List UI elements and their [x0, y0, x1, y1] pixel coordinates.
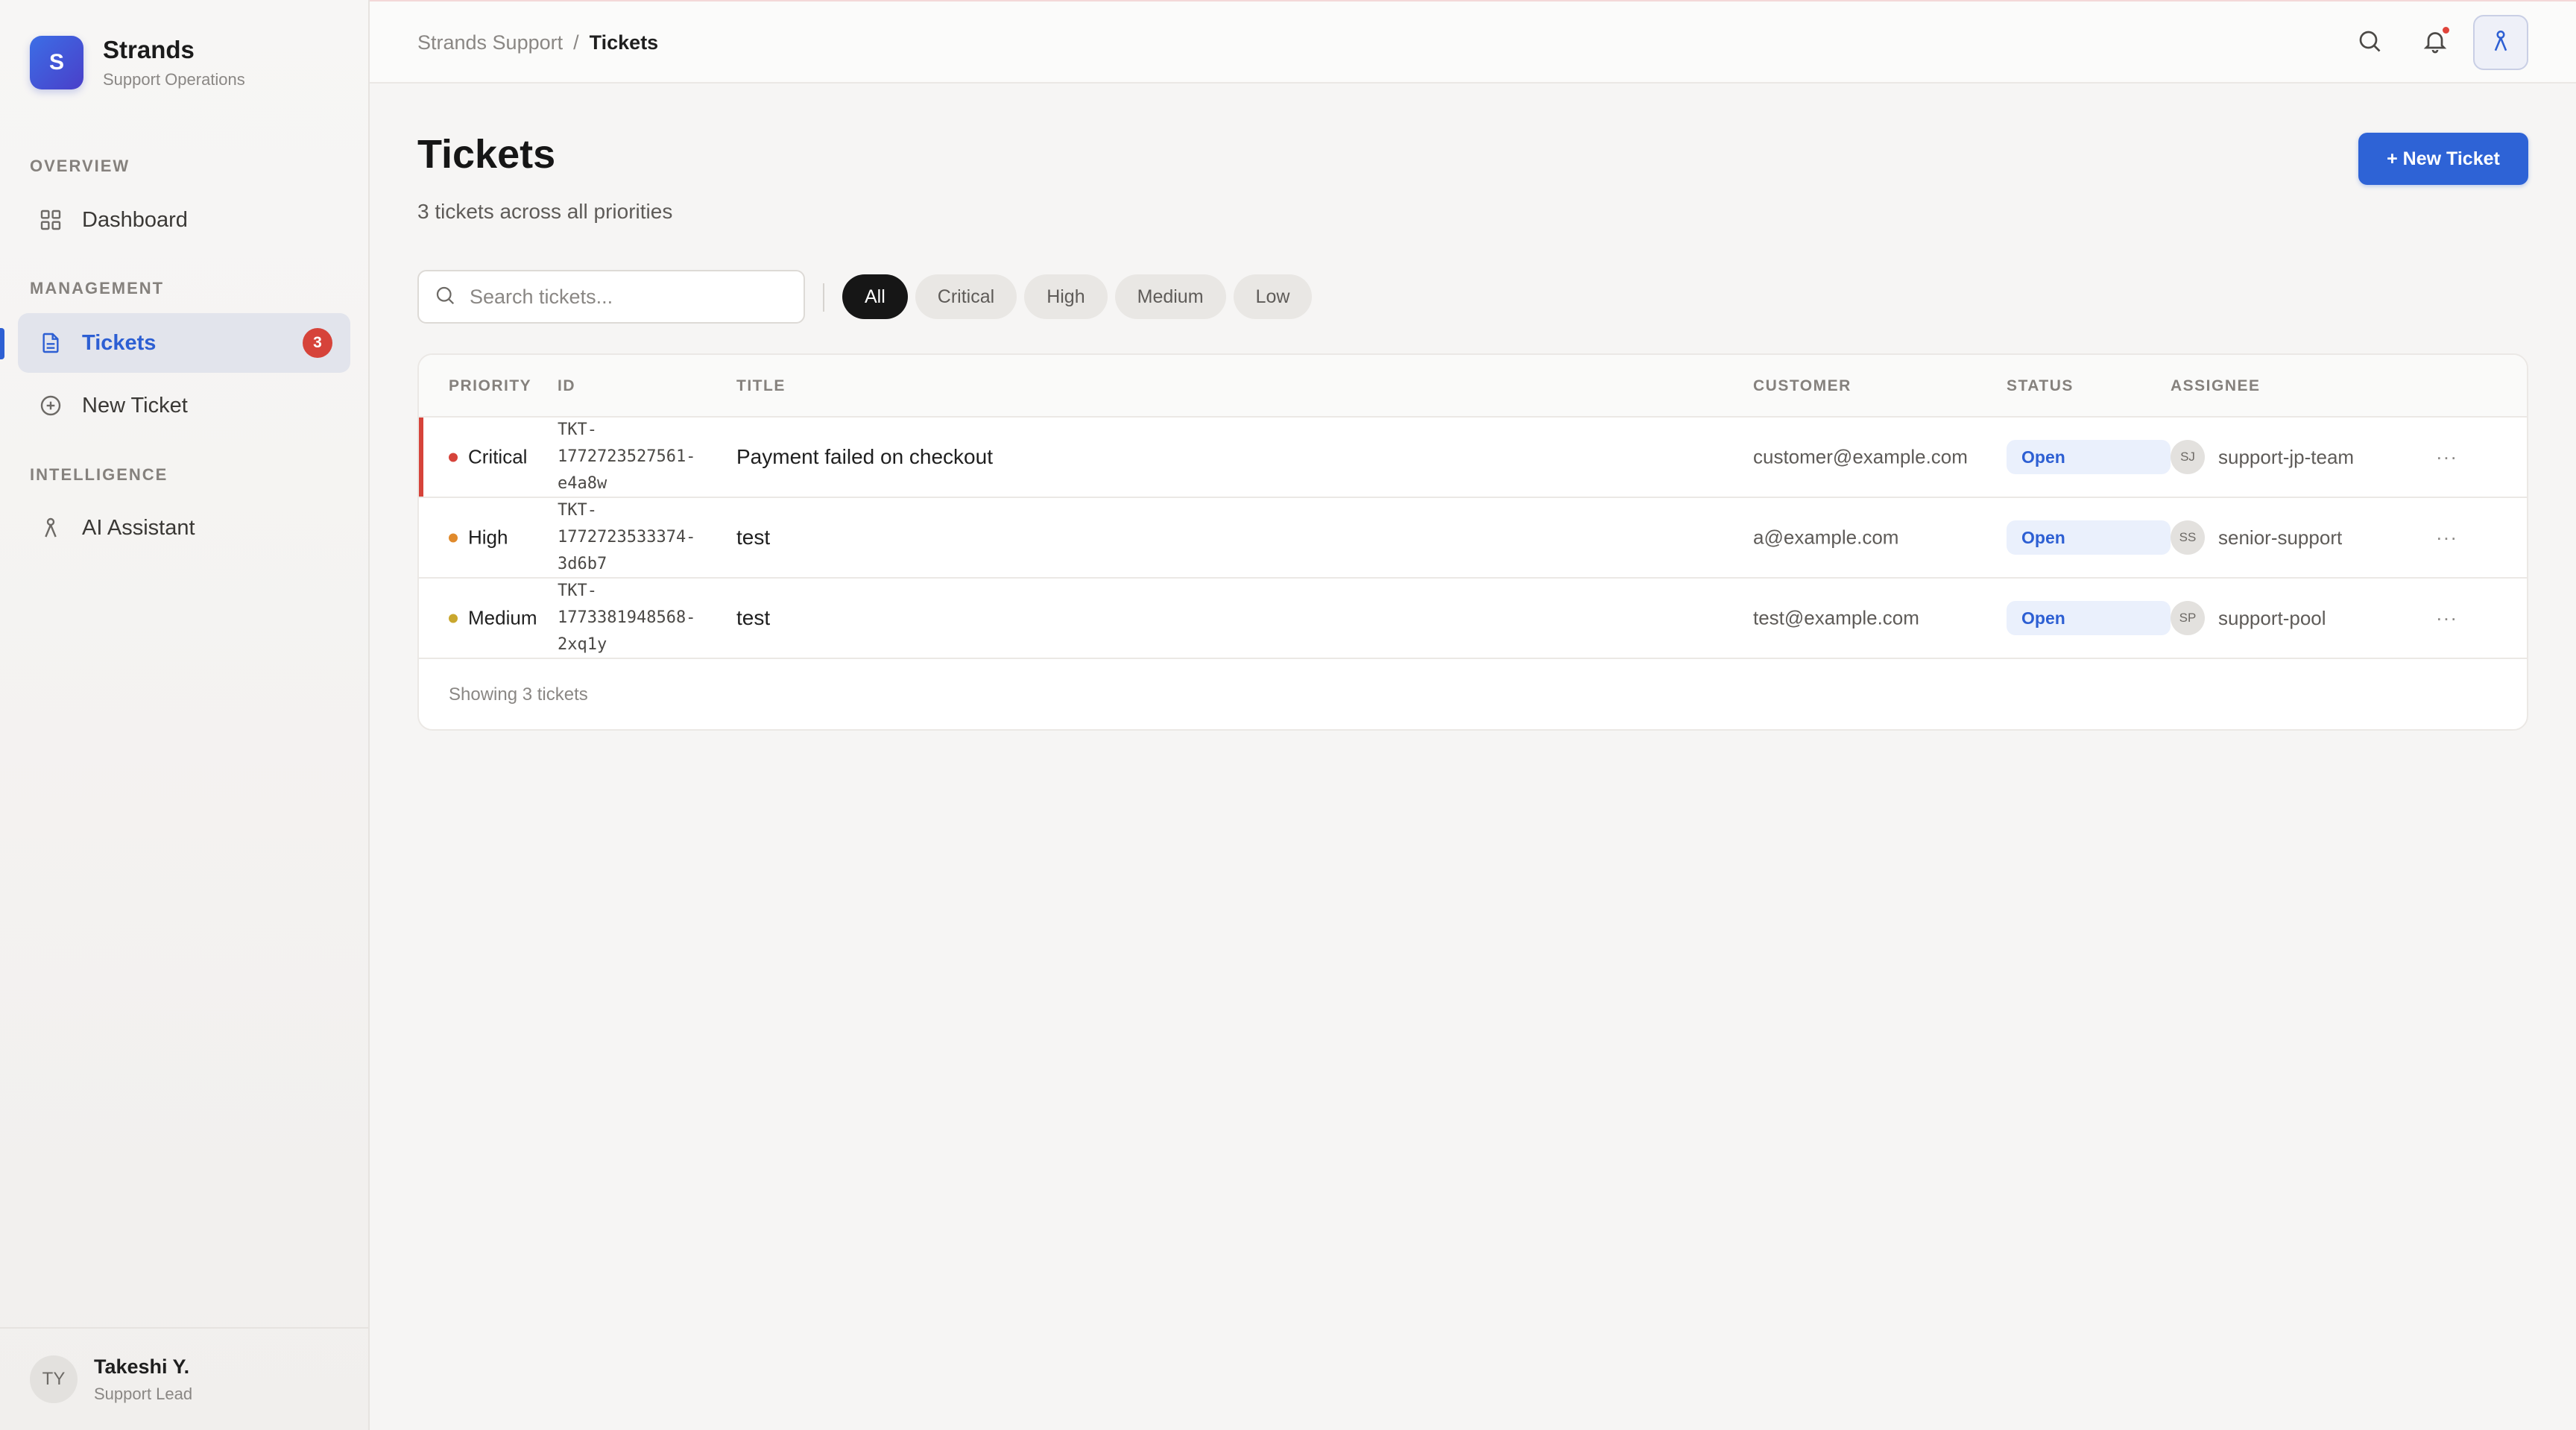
page-subtitle: 3 tickets across all priorities — [417, 200, 673, 223]
sidebar-item-label: Dashboard — [82, 207, 188, 232]
ticket-id: TKT- 1772723533374- 3d6b7 — [558, 501, 696, 573]
ticket-customer: customer@example.com — [1753, 445, 1968, 468]
brand-logo: S — [30, 36, 83, 89]
assignee-cell: SJ support-jp-team — [2171, 440, 2354, 474]
plus-circle-icon — [37, 392, 64, 419]
ticket-count-badge: 3 — [303, 328, 332, 358]
sidebar-item-label: AI Assistant — [82, 515, 195, 540]
status-badge: Open — [2007, 440, 2171, 474]
new-ticket-button[interactable]: + New Ticket — [2358, 133, 2528, 185]
sidebar: S Strands Support Operations OVERVIEW Da… — [0, 0, 370, 1430]
filter-medium[interactable]: Medium — [1114, 274, 1226, 319]
priority-label: High — [468, 526, 508, 549]
sidebar-item-ai-assistant[interactable]: AI Assistant — [18, 498, 350, 558]
nav-section-management: MANAGEMENT — [30, 279, 165, 297]
filter-high[interactable]: High — [1024, 274, 1108, 319]
search-button[interactable] — [2348, 21, 2391, 64]
column-header-priority[interactable]: PRIORITY — [449, 377, 531, 395]
ticket-id: TKT- 1772723527561- e4a8w — [558, 421, 696, 493]
person-icon — [2488, 28, 2513, 57]
sidebar-item-label: New Ticket — [82, 393, 188, 418]
table-row[interactable]: Medium TKT- 1773381948568- 2xq1y test te… — [419, 579, 2527, 659]
ticket-id: TKT- 1773381948568- 2xq1y — [558, 582, 696, 654]
brand-text: Strands Support Operations — [103, 36, 245, 89]
search-icon — [434, 284, 456, 310]
filter-all[interactable]: All — [842, 274, 908, 319]
active-nav-marker — [0, 328, 4, 359]
ticket-customer: test@example.com — [1753, 606, 1919, 629]
sidebar-item-dashboard[interactable]: Dashboard — [18, 190, 350, 250]
status-badge: Open — [2007, 601, 2171, 635]
user-profile[interactable]: TY Takeshi Y. Support Lead — [0, 1327, 368, 1430]
notifications-button[interactable] — [2414, 21, 2457, 64]
priority-dot — [449, 453, 458, 462]
assignee-cell: SS senior-support — [2171, 520, 2342, 555]
assignee-name: support-jp-team — [2218, 445, 2355, 468]
table-row[interactable]: Critical TKT- 1772723527561- e4a8w Payme… — [419, 418, 2527, 498]
priority-dot — [449, 533, 458, 542]
column-header-customer[interactable]: CUSTOMER — [1753, 377, 1852, 395]
column-header-id[interactable]: ID — [558, 377, 575, 395]
document-icon — [37, 330, 64, 356]
page-title: Tickets — [417, 132, 556, 177]
row-more-button[interactable]: ··· — [2436, 446, 2457, 469]
ticket-customer: a@example.com — [1753, 526, 1899, 549]
table-row[interactable]: High TKT- 1772723533374- 3d6b7 test a@ex… — [419, 498, 2527, 579]
ticket-title[interactable]: test — [736, 526, 770, 549]
ticket-title[interactable]: test — [736, 606, 770, 630]
sidebar-item-new-ticket[interactable]: New Ticket — [18, 376, 350, 435]
priority-label: Critical — [468, 445, 528, 468]
row-more-button[interactable]: ··· — [2436, 526, 2457, 549]
breadcrumb: Strands Support / Tickets — [417, 31, 658, 54]
priority-dot — [449, 614, 458, 623]
brand-subtitle: Support Operations — [103, 70, 245, 89]
search-field[interactable] — [417, 270, 805, 324]
nav-section-intelligence: INTELLIGENCE — [30, 465, 168, 484]
search-icon — [2356, 28, 2383, 58]
top-bar: Strands Support / Tickets — [370, 0, 2576, 84]
priority-cell: High — [449, 526, 508, 549]
grid-icon — [37, 207, 64, 233]
ticket-title[interactable]: Payment failed on checkout — [736, 445, 993, 469]
assignee-name: senior-support — [2218, 526, 2343, 549]
sidebar-item-label: Tickets — [82, 330, 157, 355]
user-name: Takeshi Y. — [94, 1355, 190, 1378]
assignee-avatar: SJ — [2171, 440, 2205, 474]
notification-dot — [2443, 27, 2449, 34]
assignee-cell: SP support-pool — [2171, 601, 2326, 635]
row-more-button[interactable]: ··· — [2436, 607, 2457, 630]
user-role: Support Lead — [94, 1384, 193, 1403]
filter-critical[interactable]: Critical — [915, 274, 1017, 319]
sidebar-item-tickets[interactable]: Tickets 3 — [18, 313, 350, 373]
table-header: PRIORITY ID TITLE CUSTOMER STATUS ASSIGN… — [419, 355, 2527, 418]
assignee-name: support-pool — [2218, 606, 2326, 629]
assignee-avatar: SP — [2171, 601, 2205, 635]
breadcrumb-root[interactable]: Strands Support — [417, 31, 563, 54]
breadcrumb-current: Tickets — [589, 31, 659, 54]
person-icon — [37, 514, 64, 541]
avatar: TY — [30, 1355, 78, 1403]
tickets-table: PRIORITY ID TITLE CUSTOMER STATUS ASSIGN… — [417, 353, 2528, 731]
brand[interactable]: S Strands Support Operations — [30, 36, 245, 89]
priority-cell: Medium — [449, 607, 537, 630]
column-header-assignee[interactable]: ASSIGNEE — [2171, 377, 2261, 395]
filter-low[interactable]: Low — [1233, 274, 1313, 319]
column-header-title[interactable]: TITLE — [736, 377, 786, 395]
nav-section-overview: OVERVIEW — [30, 157, 130, 175]
table-footer: Showing 3 tickets — [449, 684, 588, 705]
filter-divider — [823, 283, 824, 312]
profile-button[interactable] — [2473, 15, 2528, 70]
brand-name: Strands — [103, 36, 195, 63]
status-badge: Open — [2007, 520, 2171, 555]
priority-label: Medium — [468, 606, 537, 629]
column-header-status[interactable]: STATUS — [2007, 377, 2074, 395]
user-info: Takeshi Y. Support Lead — [94, 1355, 192, 1404]
priority-cell: Critical — [449, 446, 527, 469]
priority-filter: All Critical High Medium Low — [842, 274, 1319, 319]
assignee-avatar: SS — [2171, 520, 2205, 555]
search-input[interactable] — [470, 285, 790, 309]
breadcrumb-separator: / — [573, 31, 579, 54]
